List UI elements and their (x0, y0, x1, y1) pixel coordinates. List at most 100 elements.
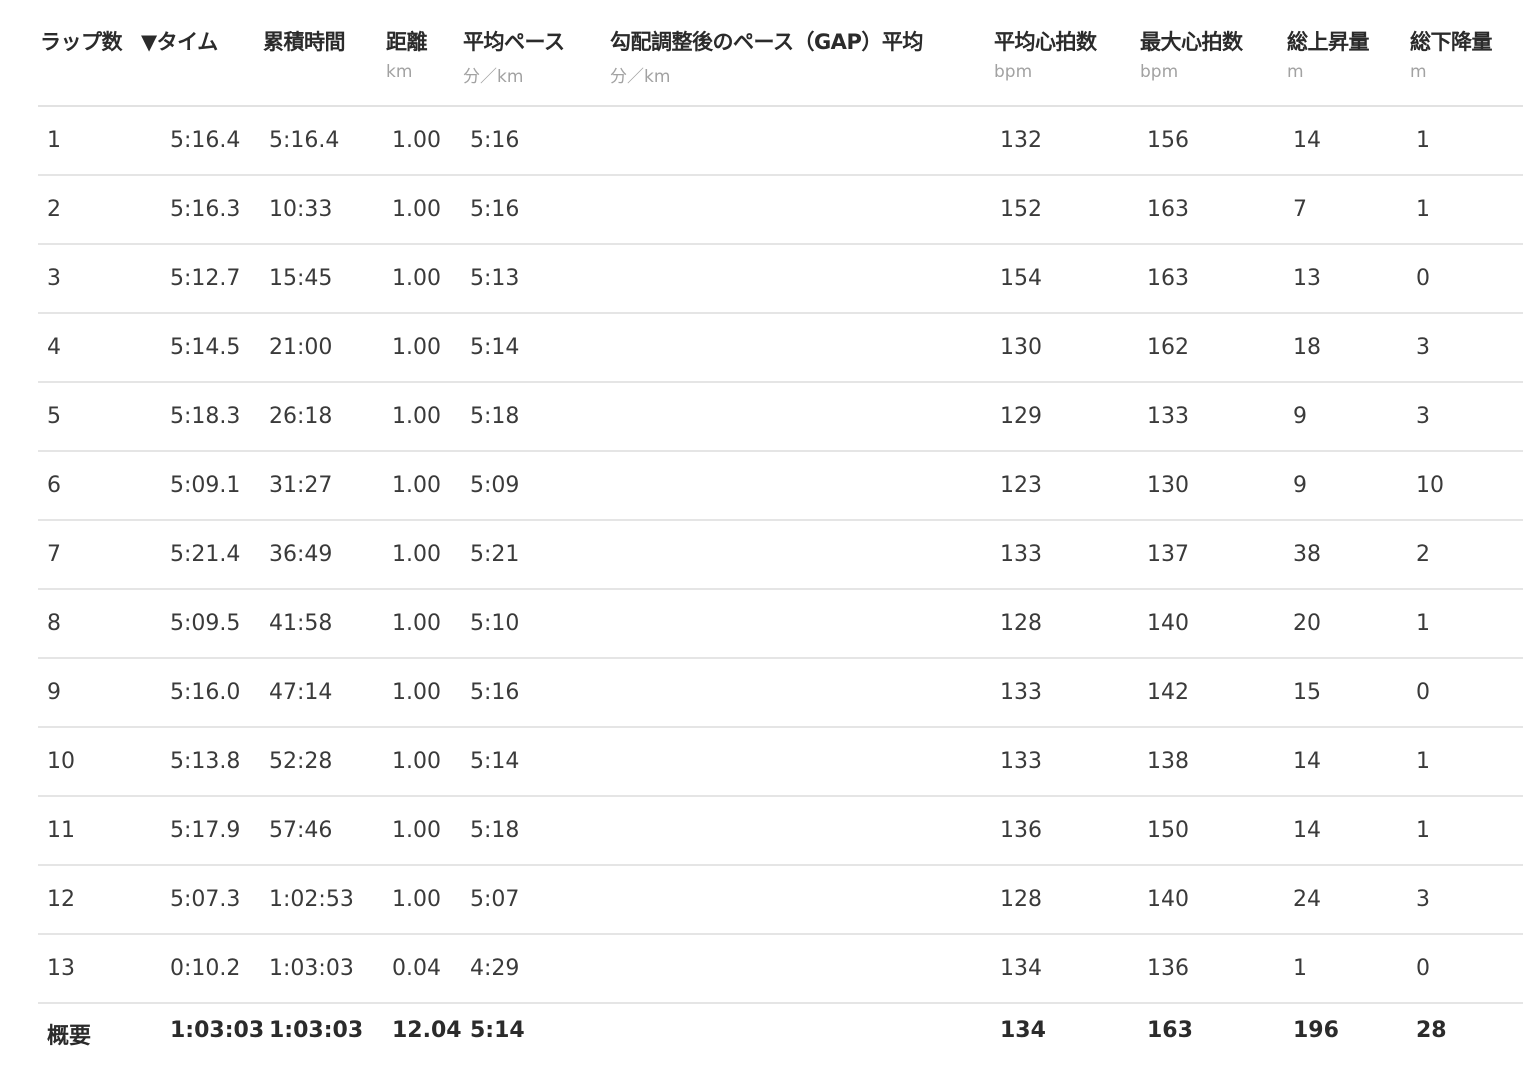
cell-max-heart-rate: 150 (1147, 818, 1189, 843)
cell-distance: 1.00 (392, 473, 441, 498)
table-row: 10 5:13.8 52:28 1.00 5:14 133 138 14 1 (38, 728, 1523, 797)
column-header-unit: km (386, 62, 413, 82)
cell-total-ascent: 24 (1293, 887, 1321, 912)
cell-lap: 概要 (47, 1024, 92, 1049)
column-header-total-ascent[interactable]: 総上昇量 m (1287, 26, 1370, 82)
table-row: 4 5:14.5 21:00 1.00 5:14 130 162 18 3 (38, 314, 1523, 383)
cell-lap: 9 (47, 680, 61, 705)
table-row: 7 5:21.4 36:49 1.00 5:21 133 137 38 2 (38, 521, 1523, 590)
column-header-cumulative-time[interactable]: 累積時間 (263, 26, 346, 56)
cell-total-ascent: 18 (1293, 335, 1321, 360)
cell-max-heart-rate: 142 (1147, 680, 1189, 705)
cell-time: 5:07.3 (170, 887, 241, 912)
cell-avg-pace: 5:14 (470, 1018, 525, 1043)
table-row: 3 5:12.7 15:45 1.00 5:13 154 163 13 0 (38, 245, 1523, 314)
cell-cumulative-time: 36:49 (269, 542, 333, 567)
column-header-label: ラップ数 (40, 30, 123, 54)
cell-total-ascent: 14 (1293, 128, 1321, 153)
cell-cumulative-time: 47:14 (269, 680, 333, 705)
cell-distance: 1.00 (392, 680, 441, 705)
cell-total-ascent: 196 (1293, 1018, 1339, 1043)
cell-max-heart-rate: 163 (1147, 266, 1189, 291)
cell-avg-heart-rate: 133 (1000, 680, 1042, 705)
column-header-total-descent[interactable]: 総下降量 m (1410, 26, 1493, 82)
cell-avg-pace: 5:10 (470, 611, 520, 636)
column-header-label: 最大心拍数 (1140, 30, 1243, 54)
cell-avg-pace: 5:18 (470, 818, 520, 843)
cell-max-heart-rate: 162 (1147, 335, 1189, 360)
column-header-avg-heart-rate[interactable]: 平均心拍数 bpm (994, 26, 1097, 82)
cell-total-descent: 1 (1416, 197, 1430, 222)
column-header-time[interactable]: ▼タイム (141, 26, 218, 56)
cell-max-heart-rate: 156 (1147, 128, 1189, 153)
column-header-label: 平均ペース (463, 30, 565, 54)
cell-total-descent: 2 (1416, 542, 1430, 567)
cell-distance: 1.00 (392, 611, 441, 636)
cell-avg-pace: 5:07 (470, 887, 520, 912)
column-header-unit: 分／km (610, 67, 671, 87)
cell-max-heart-rate: 163 (1147, 197, 1189, 222)
column-header-distance[interactable]: 距離 km (386, 26, 428, 82)
cell-max-heart-rate: 140 (1147, 611, 1189, 636)
cell-lap: 8 (47, 611, 61, 636)
cell-distance: 1.00 (392, 128, 441, 153)
cell-avg-heart-rate: 123 (1000, 473, 1042, 498)
cell-avg-heart-rate: 154 (1000, 266, 1042, 291)
cell-avg-pace: 5:16 (470, 197, 520, 222)
cell-distance: 1.00 (392, 335, 441, 360)
cell-time: 5:09.1 (170, 473, 241, 498)
column-header-avg-pace[interactable]: 平均ペース 分／km (463, 26, 565, 87)
cell-avg-pace: 5:14 (470, 335, 520, 360)
cell-avg-heart-rate: 133 (1000, 749, 1042, 774)
cell-time: 5:16.3 (170, 197, 241, 222)
cell-cumulative-time: 21:00 (269, 335, 333, 360)
cell-avg-pace: 4:29 (470, 956, 520, 981)
cell-avg-heart-rate: 132 (1000, 128, 1042, 153)
column-header-gap[interactable]: 勾配調整後のペース（GAP）平均 分／km (610, 26, 923, 87)
cell-time: 1:03:03 (170, 1018, 265, 1043)
cell-distance: 12.04 (392, 1018, 462, 1043)
cell-total-descent: 0 (1416, 956, 1430, 981)
table-row: 6 5:09.1 31:27 1.00 5:09 123 130 9 10 (38, 452, 1523, 521)
cell-lap: 11 (47, 818, 75, 843)
cell-lap: 6 (47, 473, 61, 498)
cell-max-heart-rate: 133 (1147, 404, 1189, 429)
cell-total-descent: 3 (1416, 404, 1430, 429)
cell-cumulative-time: 41:58 (269, 611, 333, 636)
cell-avg-heart-rate: 152 (1000, 197, 1042, 222)
cell-max-heart-rate: 138 (1147, 749, 1189, 774)
cell-total-ascent: 7 (1293, 197, 1307, 222)
column-header-label: 勾配調整後のペース（GAP）平均 (610, 30, 923, 54)
column-header-unit: m (1410, 62, 1427, 82)
cell-time: 5:13.8 (170, 749, 241, 774)
cell-cumulative-time: 1:03:03 (269, 956, 354, 981)
cell-total-descent: 1 (1416, 128, 1430, 153)
cell-total-ascent: 9 (1293, 404, 1307, 429)
column-header-lap[interactable]: ラップ数 (40, 26, 123, 56)
cell-time: 5:18.3 (170, 404, 241, 429)
cell-total-ascent: 1 (1293, 956, 1307, 981)
column-header-unit: m (1287, 62, 1304, 82)
cell-total-descent: 3 (1416, 335, 1430, 360)
column-header-unit: 分／km (463, 67, 524, 87)
table-row: 9 5:16.0 47:14 1.00 5:16 133 142 15 0 (38, 659, 1523, 728)
cell-time: 5:16.0 (170, 680, 241, 705)
cell-cumulative-time: 10:33 (269, 197, 333, 222)
column-header-max-heart-rate[interactable]: 最大心拍数 bpm (1140, 26, 1243, 82)
table-row: 1 5:16.4 5:16.4 1.00 5:16 132 156 14 1 (38, 107, 1523, 176)
cell-total-descent: 10 (1416, 473, 1444, 498)
cell-total-descent: 1 (1416, 818, 1430, 843)
cell-avg-heart-rate: 133 (1000, 542, 1042, 567)
cell-avg-pace: 5:16 (470, 680, 520, 705)
cell-max-heart-rate: 136 (1147, 956, 1189, 981)
cell-distance: 1.00 (392, 818, 441, 843)
cell-total-ascent: 15 (1293, 680, 1321, 705)
table-body: 1 5:16.4 5:16.4 1.00 5:16 132 156 14 1 2… (38, 107, 1523, 1064)
column-header-label: 累積時間 (263, 30, 346, 54)
cell-total-ascent: 9 (1293, 473, 1307, 498)
cell-total-descent: 0 (1416, 266, 1430, 291)
cell-max-heart-rate: 130 (1147, 473, 1189, 498)
cell-max-heart-rate: 140 (1147, 887, 1189, 912)
cell-distance: 1.00 (392, 266, 441, 291)
column-header-label: 距離 (386, 30, 428, 54)
